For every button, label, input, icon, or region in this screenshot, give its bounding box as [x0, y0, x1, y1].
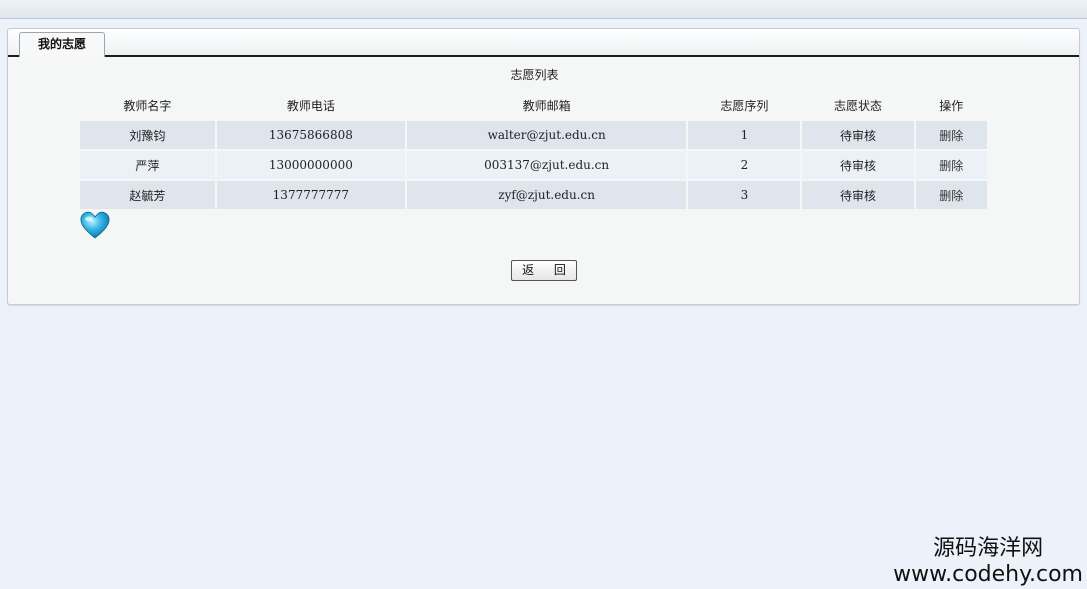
- cell-wish-status: 待审核: [802, 181, 914, 209]
- cell-teacher-phone: 1377777777: [216, 181, 405, 209]
- delete-link[interactable]: 删除: [939, 159, 963, 173]
- cell-action: 删除: [915, 181, 987, 209]
- tab-my-wishes[interactable]: 我的志愿: [19, 32, 105, 57]
- tab-bar: 我的志愿: [8, 29, 1079, 57]
- header-teacher-name: 教师名字: [123, 98, 172, 113]
- cell-teacher-name: 赵毓芳: [80, 181, 215, 209]
- cell-teacher-name: 刘豫钧: [80, 121, 215, 149]
- cell-action: 删除: [915, 151, 987, 179]
- wish-table: 教师名字 教师电话 教师邮箱 志愿序列 志愿状态 操作 刘豫钧 13675866…: [78, 89, 989, 211]
- header-teacher-email: 教师邮箱: [522, 98, 571, 113]
- cell-teacher-email: walter@zjut.edu.cn: [406, 121, 687, 149]
- watermark: 源码海洋网 www.codehy.com: [893, 536, 1083, 588]
- table-row: 赵毓芳 1377777777 zyf@zjut.edu.cn 3 待审核 删除: [80, 181, 987, 209]
- cell-wish-order: 2: [688, 151, 801, 179]
- cell-wish-status: 待审核: [802, 151, 914, 179]
- back-button[interactable]: 返 回: [511, 260, 577, 281]
- cell-teacher-phone: 13675866808: [216, 121, 405, 149]
- main-panel: 我的志愿 志愿列表 教师名字 教师电话 教师邮箱 志愿序列 志愿状态 操作 刘豫…: [7, 28, 1080, 305]
- header-action: 操作: [939, 98, 964, 113]
- list-title: 志愿列表: [510, 68, 559, 82]
- cell-wish-status: 待审核: [802, 121, 914, 149]
- cell-wish-order: 3: [688, 181, 801, 209]
- cell-teacher-phone: 13000000000: [216, 151, 405, 179]
- header-wish-status: 志愿状态: [833, 98, 882, 113]
- cell-action: 删除: [915, 121, 987, 149]
- delete-link[interactable]: 删除: [939, 129, 963, 143]
- watermark-url: www.codehy.com: [893, 562, 1083, 587]
- heart-icon: [79, 209, 111, 241]
- delete-link[interactable]: 删除: [939, 189, 963, 203]
- header-teacher-phone: 教师电话: [286, 98, 335, 113]
- watermark-title: 源码海洋网: [933, 536, 1044, 561]
- cell-teacher-email: zyf@zjut.edu.cn: [406, 181, 687, 209]
- cell-teacher-email: 003137@zjut.edu.cn: [406, 151, 687, 179]
- top-bar: [0, 0, 1087, 19]
- table-header-row: 教师名字 教师电话 教师邮箱 志愿序列 志愿状态 操作: [80, 91, 987, 119]
- table-row: 刘豫钧 13675866808 walter@zjut.edu.cn 1 待审核…: [80, 121, 987, 149]
- cell-teacher-name: 严萍: [80, 151, 215, 179]
- header-wish-order: 志愿序列: [720, 98, 769, 113]
- table-row: 严萍 13000000000 003137@zjut.edu.cn 2 待审核 …: [80, 151, 987, 179]
- cell-wish-order: 1: [688, 121, 801, 149]
